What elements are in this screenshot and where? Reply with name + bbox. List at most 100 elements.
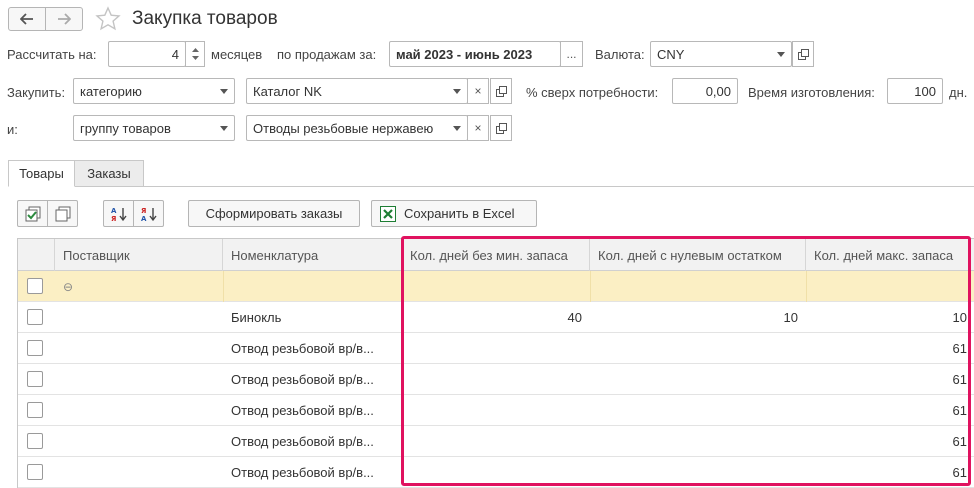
cell-days-max: 61 xyxy=(952,372,967,387)
sort-desc-icon: ЯА xyxy=(141,207,157,222)
uncheck-all-icon xyxy=(55,206,70,221)
cell-item: Бинокль xyxy=(231,310,282,325)
page-title: Закупка товаров xyxy=(132,8,278,29)
cell-days-max: 61 xyxy=(952,341,967,356)
header-item[interactable]: Номенклатура xyxy=(223,239,402,271)
header-days-zero[interactable]: Кол. дней с нулевым остатком xyxy=(590,239,806,271)
row-checkbox[interactable] xyxy=(27,309,43,325)
cell-days-zero xyxy=(590,457,806,488)
row-checkbox[interactable] xyxy=(27,340,43,356)
header-days-max[interactable]: Кол. дней макс. запаса xyxy=(806,239,974,271)
excel-icon xyxy=(380,205,396,222)
open-window-icon xyxy=(797,48,809,60)
svg-text:Я: Я xyxy=(111,215,116,222)
sort-desc-button[interactable]: ЯА xyxy=(133,200,164,227)
cell-supplier xyxy=(55,333,223,364)
table-row[interactable]: Отвод резьбовой вр/в... 61 xyxy=(18,364,974,395)
row-checkbox[interactable] xyxy=(27,371,43,387)
and-type-select[interactable]: группу товаров xyxy=(73,115,235,141)
cell-days-no-min xyxy=(402,457,590,488)
calc-label: Рассчитать на: xyxy=(7,47,97,62)
cell-days-no-min xyxy=(402,395,590,426)
svg-text:Я: Я xyxy=(141,207,146,215)
header-checkbox-column xyxy=(18,239,55,271)
table-row[interactable]: Отвод резьбовой вр/в... 61 xyxy=(18,333,974,364)
table-group-row[interactable]: ⊖ xyxy=(18,271,974,302)
table-row[interactable]: Отвод резьбовой вр/в... 61 xyxy=(18,395,974,426)
row-checkbox[interactable] xyxy=(27,278,43,294)
table-row[interactable]: Отвод резьбовой вр/в... 61 xyxy=(18,426,974,457)
and-value-text: Отводы резьбовые нержавею xyxy=(253,120,434,136)
cell-item: Отвод резьбовой вр/в... xyxy=(231,465,374,480)
sort-asc-button[interactable]: АЯ xyxy=(103,200,134,227)
save-excel-button[interactable]: Сохранить в Excel xyxy=(371,200,537,227)
cell-item: Отвод резьбовой вр/в... xyxy=(231,341,374,356)
row-checkbox[interactable] xyxy=(27,433,43,449)
and-value-open-button[interactable] xyxy=(490,115,512,141)
tab-divider xyxy=(8,186,974,187)
tab-goods[interactable]: Товары xyxy=(8,160,75,187)
cell-supplier xyxy=(55,395,223,426)
cell-days-zero: 10 xyxy=(783,310,798,325)
spin-up-icon xyxy=(191,48,199,52)
currency-select[interactable]: CNY xyxy=(650,41,792,67)
uncheck-all-button[interactable] xyxy=(47,200,78,227)
row-checkbox[interactable] xyxy=(27,464,43,480)
buy-type-value: категорию xyxy=(80,83,142,99)
currency-open-button[interactable] xyxy=(792,41,814,67)
header-supplier[interactable]: Поставщик xyxy=(55,239,223,271)
table-header: Поставщик Номенклатура Кол. дней без мин… xyxy=(18,239,974,271)
row-checkbox[interactable] xyxy=(27,402,43,418)
cell-supplier xyxy=(55,457,223,488)
svg-text:А: А xyxy=(141,215,147,222)
currency-value: CNY xyxy=(657,46,685,62)
check-all-button[interactable] xyxy=(17,200,48,227)
header-days-no-min[interactable]: Кол. дней без мин. запаса xyxy=(402,239,590,271)
buy-type-select[interactable]: категорию xyxy=(73,78,235,104)
tab-orders[interactable]: Заказы xyxy=(74,160,144,187)
table-row[interactable]: Бинокль 40 10 10 xyxy=(18,302,974,333)
sort-asc-icon: АЯ xyxy=(111,207,127,222)
sales-label: по продажам за: xyxy=(277,47,377,62)
open-window-icon xyxy=(495,85,507,97)
cell-item: Отвод резьбовой вр/в... xyxy=(231,372,374,387)
buy-catalog-open-button[interactable] xyxy=(490,78,512,104)
cell-days-zero xyxy=(590,364,806,395)
surplus-label: % сверх потребности: xyxy=(526,85,659,100)
spin-down-icon xyxy=(191,56,199,60)
form-orders-button[interactable]: Сформировать заказы xyxy=(188,200,360,227)
forward-button[interactable] xyxy=(45,7,83,31)
dropdown-icon xyxy=(447,79,467,103)
mfg-time-input[interactable]: 100 xyxy=(887,78,943,104)
mfg-time-label: Время изготовления: xyxy=(748,85,875,100)
save-excel-label: Сохранить в Excel xyxy=(404,206,515,221)
calc-months-input[interactable]: 4 xyxy=(108,41,186,67)
cell-divider xyxy=(402,271,403,302)
dropdown-icon xyxy=(447,116,467,140)
back-button[interactable] xyxy=(8,7,46,31)
and-label: и: xyxy=(7,122,18,137)
cell-divider xyxy=(806,271,807,302)
surplus-input[interactable]: 0,00 xyxy=(672,78,738,104)
cell-divider xyxy=(590,271,591,302)
buy-catalog-clear-button[interactable]: × xyxy=(467,78,489,104)
sales-period-field[interactable]: май 2023 - июнь 2023 xyxy=(389,41,561,67)
cell-days-max: 61 xyxy=(952,434,967,449)
favorite-star-icon[interactable] xyxy=(95,6,121,32)
dropdown-icon xyxy=(214,79,234,103)
cell-divider xyxy=(223,271,224,302)
calc-months-spinner[interactable] xyxy=(185,41,205,67)
and-value-select[interactable]: Отводы резьбовые нержавею xyxy=(246,115,468,141)
cell-supplier xyxy=(55,364,223,395)
svg-text:А: А xyxy=(111,207,117,215)
buy-catalog-select[interactable]: Каталог NK xyxy=(246,78,468,104)
table-row[interactable]: Отвод резьбовой вр/в... 61 xyxy=(18,457,974,488)
collapse-group-icon[interactable]: ⊖ xyxy=(55,271,115,302)
goods-table: Поставщик Номенклатура Кол. дней без мин… xyxy=(17,238,974,488)
cell-days-max: 61 xyxy=(952,465,967,480)
cell-days-no-min xyxy=(402,364,590,395)
and-value-clear-button[interactable]: × xyxy=(467,115,489,141)
cell-supplier xyxy=(55,426,223,457)
cell-days-zero xyxy=(590,426,806,457)
sales-period-select-button[interactable]: ... xyxy=(560,41,583,67)
